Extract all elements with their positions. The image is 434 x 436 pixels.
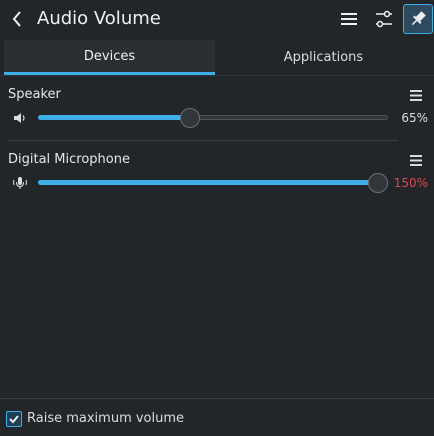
hamburger-menu-icon [410,154,422,166]
microphone-icon [13,177,27,189]
header: Audio Volume [0,0,434,38]
tab-bar: Devices Applications [4,40,432,75]
speaker-volume-label: 65% [401,111,428,125]
checkmark-icon [9,415,19,424]
speaker-volume-slider[interactable] [38,108,388,128]
page-title: Audio Volume [37,8,161,29]
hamburger-menu-icon [341,13,357,25]
slider-handle[interactable] [368,173,388,193]
device-name-speaker: Speaker [8,87,61,102]
hamburger-menu-button[interactable] [335,5,363,33]
tab-applications[interactable]: Applications [215,40,432,75]
device-name-microphone: Digital Microphone [8,152,130,167]
slider-fill [38,115,190,120]
raise-max-volume-label[interactable]: Raise maximum volume [27,411,184,427]
slider-handle[interactable] [179,108,200,128]
microphone-menu-button[interactable] [406,152,426,168]
speaker-icon [14,113,25,123]
speaker-mute-button[interactable] [11,110,29,126]
raise-max-volume-checkbox[interactable] [6,411,22,427]
pin-icon [411,11,426,26]
hamburger-menu-icon [410,89,422,101]
tab-divider [0,75,434,76]
tab-devices[interactable]: Devices [4,40,215,75]
microphone-mute-button[interactable] [11,175,29,191]
microphone-volume-slider[interactable] [38,173,388,193]
configure-sliders-icon [376,10,392,28]
slider-fill [38,180,388,185]
configure-button[interactable] [370,5,398,33]
chevron-left-icon [12,11,21,27]
pin-button[interactable] [403,4,433,34]
back-button[interactable] [6,7,28,31]
speaker-menu-button[interactable] [406,87,426,103]
footer-separator [0,398,434,399]
device-separator [8,140,398,141]
microphone-volume-label: 150% [393,176,428,190]
